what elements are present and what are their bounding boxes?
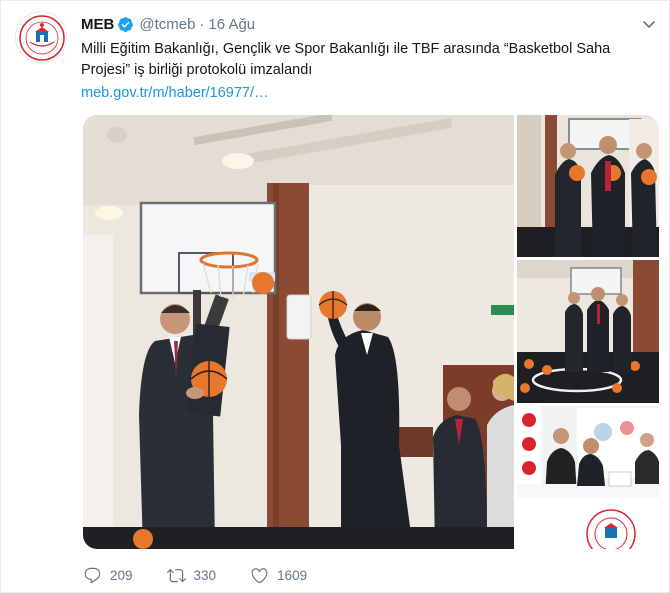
tweet-timestamp[interactable]: 16 Ağu: [208, 16, 255, 33]
like-button[interactable]: 1609: [250, 566, 307, 585]
photo-side-1[interactable]: [517, 115, 659, 257]
retweet-button[interactable]: 330: [166, 566, 217, 585]
tweet-actions: 209 330 1609: [83, 563, 341, 587]
meb-logo-icon: [17, 13, 66, 62]
reply-count: 209: [110, 567, 133, 583]
user-handle[interactable]: @tcmeb: [139, 16, 195, 33]
photo-side-2[interactable]: [517, 260, 659, 403]
like-count: 1609: [277, 567, 308, 583]
retweet-count: 330: [193, 567, 217, 583]
photo-side-3[interactable]: [517, 406, 659, 549]
tweet-header: MEB @tcmeb · 16 Ağu: [81, 14, 255, 34]
tweet-link[interactable]: meb.gov.tr/m/haber/16977/…: [81, 83, 269, 104]
reply-icon: [84, 567, 101, 583]
display-name[interactable]: MEB: [81, 16, 114, 33]
separator-dot: ·: [199, 15, 205, 33]
tweet-card[interactable]: MEB @tcmeb · 16 Ağu Milli Eğitim Bakanlı…: [0, 0, 670, 593]
chevron-down-icon[interactable]: [641, 16, 657, 32]
media-grid: [83, 115, 659, 549]
reply-button[interactable]: 209: [83, 566, 133, 585]
heart-icon: [251, 567, 268, 583]
retweet-icon: [166, 568, 186, 582]
tweet-text: Milli Eğitim Bakanlığı, Gençlik ve Spor …: [81, 41, 611, 78]
photo-main[interactable]: [83, 115, 514, 549]
avatar[interactable]: [15, 11, 67, 63]
verified-badge-icon: [117, 16, 134, 33]
